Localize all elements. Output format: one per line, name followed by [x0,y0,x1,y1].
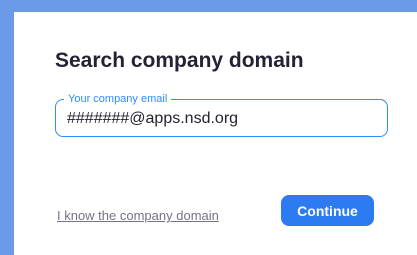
company-email-field[interactable]: Your company email [55,93,388,137]
continue-button[interactable]: Continue [281,195,374,226]
company-email-input[interactable] [67,109,367,129]
search-domain-dialog: Search company domain Your company email… [14,12,417,255]
dialog-title: Search company domain [55,49,304,72]
company-email-label: Your company email [64,93,172,105]
know-domain-link[interactable]: I know the company domain [57,208,219,223]
